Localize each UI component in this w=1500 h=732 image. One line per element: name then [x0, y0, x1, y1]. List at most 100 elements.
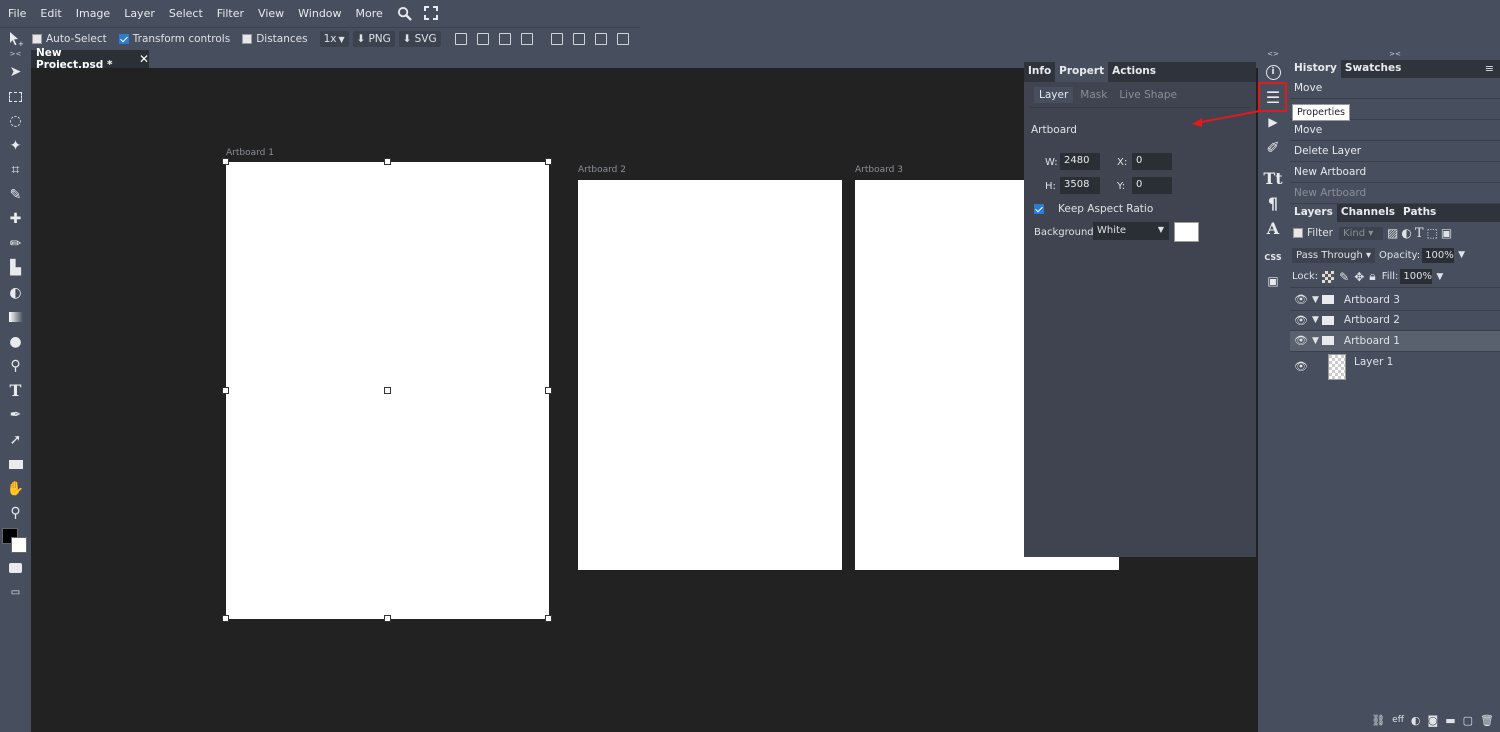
glyphs-icon[interactable]: A [1258, 216, 1288, 240]
character-icon[interactable]: Tt [1258, 166, 1288, 190]
lasso-tool-icon[interactable]: ◌ [0, 109, 31, 134]
menu-select[interactable]: Select [169, 7, 203, 20]
color-swatches[interactable] [0, 526, 31, 556]
artboard-2[interactable] [578, 180, 842, 570]
expand-arrow-icon[interactable]: ▼ [1312, 295, 1319, 305]
filter-type-icon[interactable]: T [1415, 226, 1424, 241]
fullscreen-icon[interactable] [423, 5, 439, 21]
menu-filter[interactable]: Filter [217, 7, 244, 20]
lock-pixels-icon[interactable]: ✎ [1339, 270, 1349, 284]
layer-row[interactable]: 👁︎ Layer 1 [1290, 352, 1500, 382]
layer-row[interactable]: 👁︎ ▼ Artboard 2 [1290, 311, 1500, 331]
search-icon[interactable] [397, 5, 413, 21]
align-middle-icon[interactable] [572, 33, 585, 45]
new-group-icon[interactable]: ▬ [1445, 714, 1455, 727]
close-tab-icon[interactable]: ✕ [139, 52, 149, 66]
layer-row[interactable]: 👁︎ ▼ Artboard 1 [1290, 331, 1500, 352]
artboard-3-label[interactable]: Artboard 3 [855, 165, 903, 175]
kind-select[interactable]: Kind ▾ [1339, 226, 1384, 240]
align-bottom-icon[interactable] [594, 33, 607, 45]
menu-layer[interactable]: Layer [124, 7, 155, 20]
transform-handle[interactable] [222, 158, 229, 165]
healing-tool-icon[interactable]: ✚ [0, 207, 31, 232]
dodge-tool-icon[interactable]: ⚲ [0, 354, 31, 379]
transform-handle[interactable] [545, 615, 552, 622]
tab-channels[interactable]: Channels [1337, 204, 1399, 222]
filter-pixel-icon[interactable]: ▨ [1387, 226, 1398, 240]
tab-actions[interactable]: Actions [1108, 62, 1160, 82]
menu-image[interactable]: Image [76, 7, 110, 20]
history-item[interactable]: New Artboard [1290, 162, 1500, 183]
path-select-tool-icon[interactable]: ➚ [0, 428, 31, 453]
lock-all-icon[interactable]: 🔒︎ [1369, 269, 1375, 284]
transform-handle[interactable] [545, 387, 552, 394]
history-item[interactable]: Delete Layer [1290, 141, 1500, 162]
move-tool-icon[interactable]: ➤ [0, 60, 31, 85]
lock-transparency-icon[interactable] [1322, 270, 1335, 283]
transform-handle[interactable] [222, 387, 229, 394]
align-top-icon[interactable] [550, 33, 563, 45]
info-icon[interactable]: i [1258, 60, 1288, 84]
artboard-1-label[interactable]: Artboard 1 [226, 148, 274, 158]
collapse-handle-icon[interactable]: >< [0, 50, 31, 60]
transform-handle[interactable] [384, 615, 391, 622]
paragraph-icon[interactable]: ¶ [1258, 191, 1288, 215]
quick-mask-icon[interactable] [0, 556, 31, 581]
document-tab[interactable]: New Project.psd * ✕ [31, 47, 149, 71]
background-color-swatch[interactable] [1174, 222, 1199, 242]
distances-checkbox[interactable]: Distances [242, 33, 308, 45]
filter-checkbox[interactable]: Filter [1293, 227, 1333, 239]
actions-play-icon[interactable]: ▶ [1258, 110, 1288, 134]
panel-menu-icon[interactable]: ≡ [1479, 60, 1500, 78]
auto-select-checkbox[interactable]: Auto-Select [32, 33, 107, 45]
type-tool-icon[interactable]: T [0, 379, 31, 404]
distribute-h-icon[interactable] [520, 33, 533, 45]
expand-arrow-icon[interactable]: ▼ [1312, 315, 1319, 325]
gradient-tool-icon[interactable] [0, 305, 31, 330]
tab-info[interactable]: Info [1024, 62, 1055, 82]
history-item[interactable]: Move [1290, 78, 1500, 99]
subtab-mask[interactable]: Mask [1075, 87, 1112, 103]
expand-arrow-icon[interactable]: ▼ [1312, 336, 1319, 346]
align-center-h-icon[interactable] [476, 33, 489, 45]
crop-tool-icon[interactable]: ⌗ [0, 158, 31, 183]
delete-layer-icon[interactable]: 🗑︎ [1480, 714, 1494, 727]
transform-handle[interactable] [384, 158, 391, 165]
clone-stamp-tool-icon[interactable]: ▙ [0, 256, 31, 281]
y-input[interactable]: 0 [1132, 177, 1172, 194]
fill-input[interactable]: 100% [1400, 269, 1433, 284]
visibility-eye-icon[interactable]: 👁︎ [1290, 314, 1312, 327]
link-layers-icon[interactable]: ⛓ [1371, 714, 1385, 727]
expand-handle-icon[interactable]: <> [1258, 50, 1288, 60]
add-mask-icon[interactable]: ◙ [1428, 714, 1439, 727]
blend-mode-select[interactable]: Pass Through ▾ [1292, 247, 1375, 263]
x-input[interactable]: 0 [1132, 153, 1172, 170]
blur-tool-icon[interactable]: ● [0, 330, 31, 355]
fill-dropdown-icon[interactable]: ▼ [1436, 272, 1443, 282]
shape-tool-icon[interactable] [0, 452, 31, 477]
lock-position-icon[interactable]: ✥ [1354, 270, 1364, 284]
opacity-dropdown-icon[interactable]: ▼ [1458, 250, 1465, 260]
width-input[interactable]: 2480 [1060, 153, 1100, 170]
export-png-button[interactable]: ⬇ PNG [352, 31, 395, 47]
scale-dropdown[interactable]: 1x ▼ [319, 31, 349, 47]
menu-more[interactable]: More [356, 7, 383, 20]
layer-row[interactable]: 👁︎ ▼ Artboard 3 [1290, 290, 1500, 311]
filter-adjustment-icon[interactable]: ◐ [1401, 226, 1411, 240]
filter-smart-object-icon[interactable]: ▣ [1441, 226, 1452, 240]
tab-layers[interactable]: Layers [1290, 204, 1337, 222]
collapse-handle-icon[interactable]: >< [1290, 50, 1500, 60]
history-item[interactable]: New Artboard [1290, 183, 1500, 204]
magic-wand-tool-icon[interactable]: ✦ [0, 134, 31, 159]
distribute-v-icon[interactable] [616, 33, 629, 45]
transform-handle[interactable] [545, 158, 552, 165]
css-icon[interactable]: CSS [1258, 245, 1288, 269]
tab-swatches[interactable]: Swatches [1341, 60, 1405, 78]
visibility-eye-icon[interactable]: 👁︎ [1290, 360, 1312, 373]
layer-effects-label[interactable]: eff [1392, 715, 1404, 725]
image-icon[interactable]: ▣ [1258, 269, 1288, 293]
align-left-icon[interactable] [454, 33, 467, 45]
menu-file[interactable]: File [8, 7, 26, 20]
screen-mode-icon[interactable]: ▭ [0, 580, 31, 605]
background-color-swatch[interactable] [11, 536, 27, 553]
